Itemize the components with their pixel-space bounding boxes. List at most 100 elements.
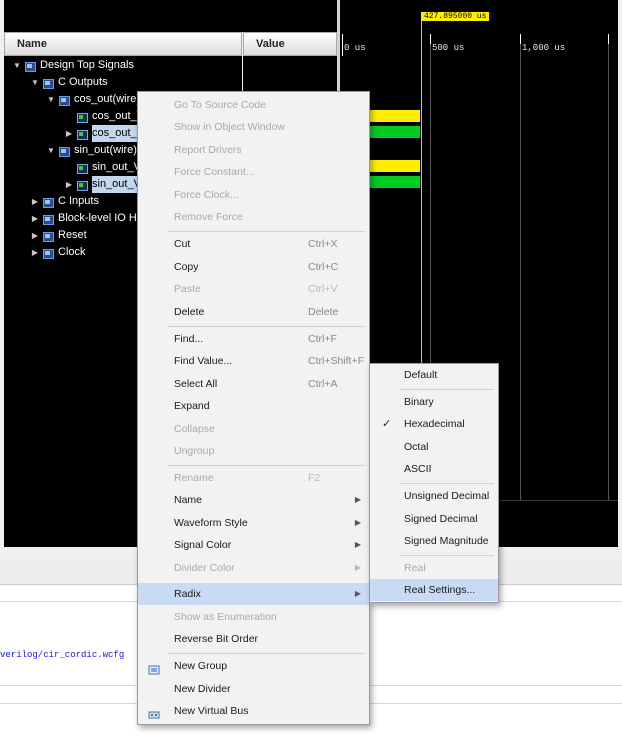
waveform-trace-cos-out-v[interactable] (370, 110, 420, 122)
tree-item-block-level-io[interactable]: ▶ Block-level IO Han (30, 210, 149, 227)
menu-item-reverse-bit-order[interactable]: Reverse Bit Order (138, 628, 369, 650)
menu-item-paste[interactable]: Paste Ctrl+V (138, 278, 369, 300)
tree-item-cos-out-v[interactable]: cos_out_V (76, 108, 144, 125)
menu-item-label: New Virtual Bus (174, 705, 249, 717)
menu-separator (168, 231, 365, 232)
menu-item-new-group[interactable]: New Group (138, 655, 369, 677)
menu-item-signal-color[interactable]: Signal Color ▶ (138, 534, 369, 556)
name-column-header[interactable]: Name (4, 32, 242, 56)
tree-item-c-inputs[interactable]: ▶ C Inputs (30, 193, 99, 210)
menu-item-divider-color[interactable]: Divider Color ▶ (138, 557, 369, 579)
tree-item-sin-out-v[interactable]: sin_out_V (76, 159, 141, 176)
expand-arrow-icon[interactable]: ▶ (64, 125, 74, 142)
menu-item-label: Default (404, 369, 438, 381)
tree-item-label: Block-level IO Han (58, 212, 150, 224)
menu-item-label: Signed Decimal (404, 513, 478, 525)
radix-item-real[interactable]: Real (370, 557, 498, 579)
tree-item-sin-out-wire[interactable]: ▼ sin_out(wire) (46, 142, 137, 159)
value-column-header[interactable]: Value (243, 32, 337, 56)
radix-item-octal[interactable]: Octal (370, 436, 498, 458)
radix-item-default[interactable]: Default (370, 364, 498, 386)
menu-item-label: Waveform Style (174, 517, 248, 529)
grid-line (520, 44, 521, 500)
menu-item-copy[interactable]: Copy Ctrl+C (138, 256, 369, 278)
tree-item-clock[interactable]: ▶ Clock (30, 244, 86, 261)
radix-item-signed-magnitude[interactable]: Signed Magnitude (370, 530, 498, 552)
waveform-trace-cos-out-v-2[interactable] (370, 126, 420, 138)
menu-item-remove-force[interactable]: Remove Force (138, 206, 369, 228)
menu-item-collapse[interactable]: Collapse (138, 418, 369, 440)
new-group-icon (148, 661, 160, 675)
menu-item-name[interactable]: Name ▶ (138, 489, 369, 511)
expand-arrow-icon[interactable]: ▶ (30, 227, 40, 244)
menu-item-label: Signed Magnitude (404, 535, 489, 547)
waveform-trace-sin-out-v[interactable] (370, 160, 420, 172)
expand-arrow-icon[interactable]: ▶ (30, 244, 40, 261)
menu-item-label: Expand (174, 400, 210, 412)
expand-arrow-icon[interactable]: ▶ (64, 176, 74, 193)
menu-item-shortcut: Ctrl+V (308, 283, 338, 295)
tree-item-design-top-signals[interactable]: ▼ Design Top Signals (12, 57, 134, 74)
radix-item-signed-decimal[interactable]: Signed Decimal (370, 508, 498, 530)
tree-item-label: sin_out_V (92, 176, 141, 193)
radix-item-ascii[interactable]: ASCII (370, 458, 498, 480)
menu-item-label: Force Constant... (174, 166, 255, 178)
tree-item-reset[interactable]: ▶ Reset (30, 227, 87, 244)
group-icon (42, 231, 54, 242)
ruler-label: 500 us (432, 43, 465, 53)
menu-item-show-as-enumeration[interactable]: Show as Enumeration (138, 606, 369, 628)
menu-item-show-in-object-window[interactable]: Show in Object Window (138, 116, 369, 138)
menu-item-select-all[interactable]: Select All Ctrl+A (138, 373, 369, 395)
menu-item-label: Unsigned Decimal (404, 490, 490, 502)
menu-separator (400, 389, 494, 390)
menu-item-rename[interactable]: Rename F2 (138, 467, 369, 489)
menu-item-label: Force Clock... (174, 189, 239, 201)
menu-item-label: Name (174, 494, 203, 506)
menu-item-force-constant[interactable]: Force Constant... (138, 161, 369, 183)
expand-arrow-icon[interactable]: ▼ (30, 74, 40, 91)
expand-arrow-icon[interactable]: ▼ (46, 91, 56, 108)
menu-item-find[interactable]: Find... Ctrl+F (138, 328, 369, 350)
tree-item-cos-out-v-selected[interactable]: ▶ cos_out_V (64, 125, 144, 142)
expand-arrow-icon[interactable]: ▶ (30, 210, 40, 227)
menu-item-delete[interactable]: Delete Delete (138, 301, 369, 323)
menu-item-label: Remove Force (174, 211, 243, 223)
menu-item-ungroup[interactable]: Ungroup (138, 440, 369, 462)
menu-item-radix[interactable]: Radix ▶ (138, 583, 369, 605)
menu-item-cut[interactable]: Cut Ctrl+X (138, 233, 369, 255)
signal-icon (76, 163, 88, 174)
menu-item-label: Collapse (174, 423, 215, 435)
menu-item-find-value[interactable]: Find Value... Ctrl+Shift+F (138, 350, 369, 372)
menu-item-waveform-style[interactable]: Waveform Style ▶ (138, 512, 369, 534)
menu-item-label: Cut (174, 238, 191, 250)
waveform-trace-sin-out-v-2[interactable] (370, 176, 420, 188)
expand-arrow-icon[interactable]: ▶ (30, 193, 40, 210)
menu-item-force-clock[interactable]: Force Clock... (138, 184, 369, 206)
group-icon (42, 197, 54, 208)
tree-item-label: C Inputs (58, 195, 99, 207)
tree-item-sin-out-v-selected[interactable]: ▶ sin_out_V (64, 176, 141, 193)
menu-item-go-to-source-code[interactable]: Go To Source Code (138, 94, 369, 116)
radix-item-real-settings[interactable]: Real Settings... (370, 579, 498, 601)
tree-item-label: C Outputs (58, 76, 108, 88)
menu-item-expand[interactable]: Expand (138, 395, 369, 417)
radix-item-hexadecimal[interactable]: ✓ Hexadecimal (370, 413, 498, 435)
menu-item-new-virtual-bus[interactable]: New Virtual Bus (138, 700, 369, 722)
menu-item-new-divider[interactable]: New Divider (138, 678, 369, 700)
menu-item-label: Binary (404, 396, 434, 408)
menu-item-shortcut: Ctrl+C (308, 261, 339, 273)
tree-item-c-outputs[interactable]: ▼ C Outputs (30, 74, 108, 91)
submenu-arrow-icon: ▶ (354, 540, 361, 549)
expand-arrow-icon[interactable]: ▼ (12, 57, 22, 74)
tree-item-cos-out-wire[interactable]: ▼ cos_out(wire) (46, 91, 140, 108)
menu-item-label: Radix (174, 588, 201, 600)
radix-item-unsigned-decimal[interactable]: Unsigned Decimal (370, 485, 498, 507)
check-icon: ✓ (382, 418, 392, 430)
time-ruler[interactable]: 0 us 500 us 1,000 us (340, 34, 618, 58)
expand-arrow-icon[interactable]: ▼ (46, 142, 56, 159)
radix-item-binary[interactable]: Binary (370, 391, 498, 413)
tree-item-label: Design Top Signals (40, 59, 134, 71)
menu-separator (168, 326, 365, 327)
cursor-time-label: 427.895000 us (421, 12, 490, 21)
menu-item-report-drivers[interactable]: Report Drivers (138, 139, 369, 161)
